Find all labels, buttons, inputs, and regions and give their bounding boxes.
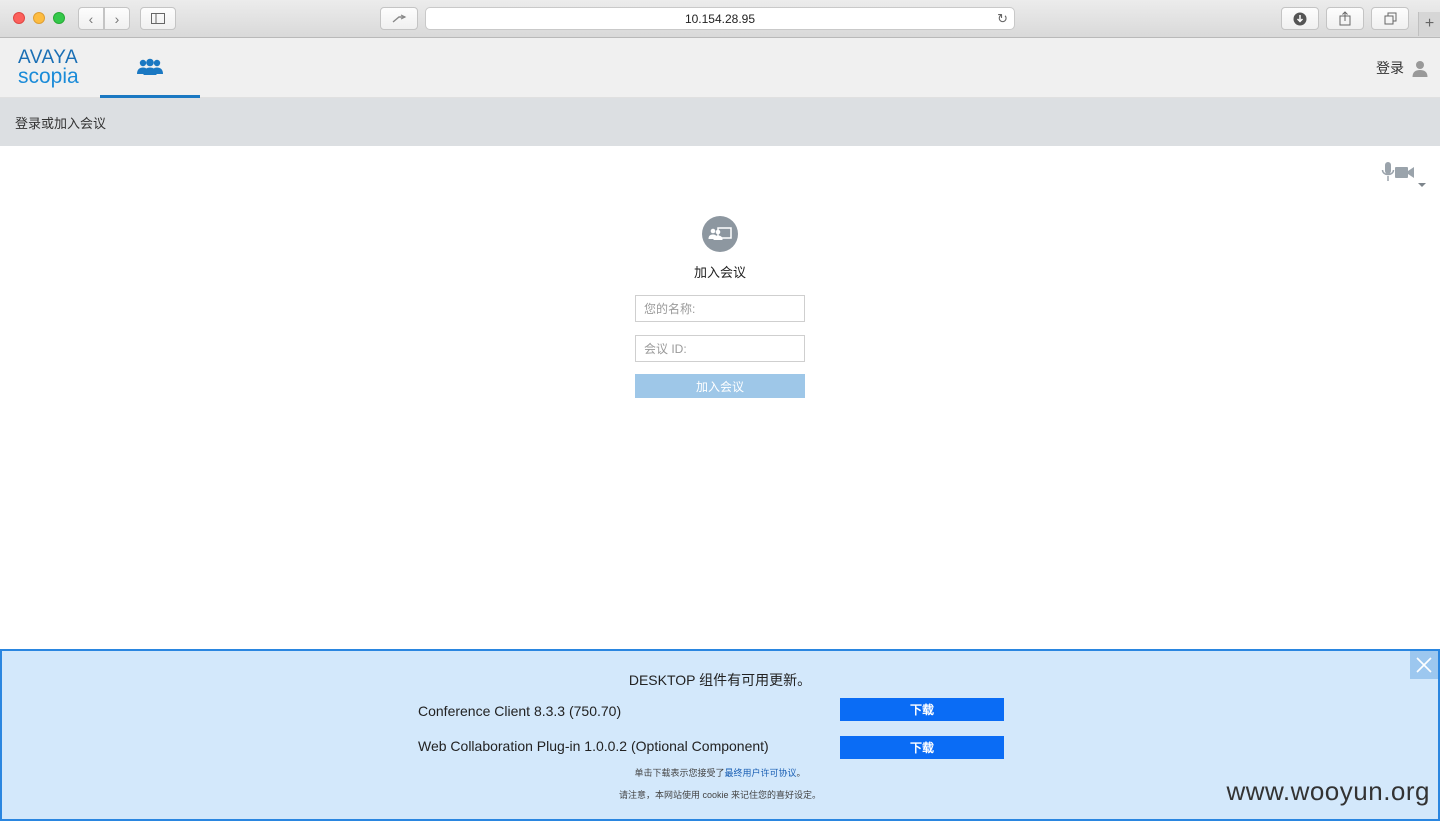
plus-icon: +	[1424, 15, 1435, 32]
join-meeting-form: 加入会议 加入会议	[635, 216, 805, 398]
media-settings-graphic	[1381, 162, 1426, 187]
new-tab-button[interactable]: +	[1418, 12, 1440, 36]
download-conference-client-button[interactable]: 下载	[840, 698, 1004, 721]
name-input[interactable]	[635, 295, 805, 322]
logo-scopia-text: scopia	[18, 65, 79, 88]
watermark: www.wooyun.org	[1226, 776, 1430, 806]
reload-icon[interactable]: ↻	[997, 11, 1008, 27]
license-note: 单击下载表示您接受了最终用户许可协议。	[2, 766, 1438, 779]
license-note-suffix: 。	[796, 768, 806, 778]
login-label: 登录	[1376, 60, 1404, 76]
camera-icon	[1395, 167, 1414, 178]
minimize-window-button[interactable]	[33, 12, 45, 24]
address-text: 10.154.28.95	[684, 11, 756, 26]
downloads-button[interactable]	[1281, 7, 1319, 30]
breadcrumb: 登录或加入会议	[0, 98, 1440, 146]
avaya-scopia-logo: AVAYA scopia	[18, 48, 79, 87]
share-button[interactable]	[1326, 7, 1364, 30]
component-label-conference-client: Conference Client 8.3.3 (750.70)	[418, 703, 622, 719]
close-window-button[interactable]	[13, 12, 25, 24]
banner-title: DESKTOP 组件有可用更新。	[628, 672, 812, 688]
tabs-overview-button[interactable]	[1371, 7, 1409, 30]
login-link[interactable]: 登录	[1376, 58, 1428, 78]
people-icon	[137, 58, 163, 75]
download-web-collaboration-button[interactable]: 下载	[840, 736, 1004, 759]
browser-toolbar: ‹ › 10.154.28.95 ↻ +	[0, 0, 1440, 38]
reader-button[interactable]	[380, 7, 418, 30]
tab-meetings[interactable]	[100, 38, 200, 98]
share-icon	[1339, 11, 1351, 26]
reader-icon	[392, 13, 407, 23]
chevron-left-icon: ‹	[88, 10, 94, 27]
license-agreement-link[interactable]: 最终用户许可协议	[724, 768, 796, 778]
back-button[interactable]: ‹	[78, 7, 104, 30]
license-note-prefix: 单击下载表示您接受了	[634, 768, 725, 778]
component-label-web-collaboration: Web Collaboration Plug-in 1.0.0.2 (Optio…	[418, 738, 769, 754]
app-header: AVAYA scopia 登录	[0, 38, 1440, 98]
zoom-window-button[interactable]	[53, 12, 65, 24]
media-settings-button[interactable]	[1380, 160, 1430, 192]
breadcrumb-text: 登录或加入会议	[15, 115, 107, 131]
join-meeting-button[interactable]: 加入会议	[635, 374, 805, 398]
caret-down-icon	[1418, 183, 1426, 187]
sidebar-toggle-button[interactable]	[140, 7, 176, 30]
meeting-id-input[interactable]	[635, 335, 805, 362]
download-icon	[1293, 12, 1307, 25]
join-meeting-icon	[702, 216, 738, 252]
chevron-right-icon: ›	[114, 10, 120, 27]
microphone-icon	[1381, 162, 1395, 181]
sidebar-icon	[151, 13, 165, 24]
update-banner: DESKTOP 组件有可用更新。 Conference Client 8.3.3…	[0, 649, 1440, 821]
address-bar[interactable]: 10.154.28.95 ↻	[425, 7, 1015, 30]
tabs-icon	[1384, 12, 1396, 25]
presentation-icon	[708, 227, 732, 240]
user-icon	[1412, 60, 1428, 77]
forward-button[interactable]: ›	[104, 7, 130, 30]
join-meeting-title: 加入会议	[693, 265, 746, 280]
cookie-note: 请注意，本网站使用 cookie 来记住您的喜好设定。	[618, 790, 822, 800]
